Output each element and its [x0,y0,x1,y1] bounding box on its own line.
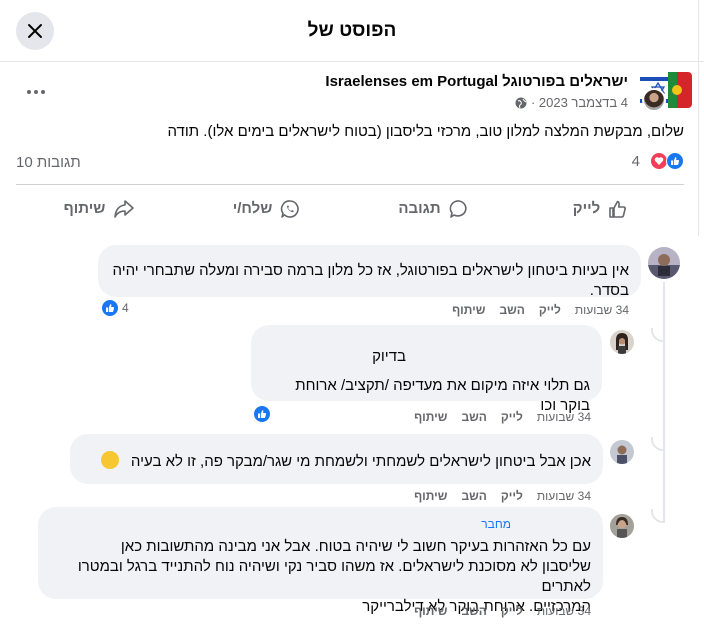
commenter-avatar[interactable] [610,330,634,354]
comment-reply-button[interactable]: השב [461,604,486,618]
comment-bubble: אין בעיות ביטחון לישראלים בפורטוגל, אז כ… [98,245,641,299]
like-reaction-icon [101,299,119,317]
modal-header: הפוסט של [0,0,704,62]
reactions-summary: 10 תגובות 4 [16,152,684,176]
smile-emoji-icon: 😊 [100,451,119,469]
send-label: שלח/י [232,200,273,217]
whatsapp-icon [281,199,300,218]
comment-actions: 34 שבועות לייק השב שיתוף [414,489,591,503]
comment-like-button[interactable]: לייק [501,410,523,424]
comment-bubble: בדיוק גם תלוי איזה מיקום את מעדיפה /תקצי… [251,325,602,414]
thread-connector [651,328,665,342]
comment-text-line: עם כל האזהרות בעיקר חשוב לי שיהיה בטוח. … [120,538,591,555]
comment-bubble: מחבר עם כל האזהרות בעיקר חשוב לי שיהיה ב… [38,507,603,615]
commenter-avatar[interactable] [610,514,634,538]
comment-reply-button[interactable]: השב [499,303,524,317]
commenter-avatar[interactable] [610,440,634,464]
like-label: לייק [572,200,601,217]
author-badge: מחבר [481,517,511,531]
comment-reaction-count: 4 [122,301,129,315]
share-arrow-icon [114,199,135,218]
post-meta-text: ישראלים בפורטוגל Israelenses em Portugal… [325,72,628,110]
comment-reply-button[interactable]: השב [461,410,486,424]
portugal-flag-icon [668,72,692,108]
comments-count-link[interactable]: 10 תגובות [16,154,81,171]
post-text: שלום, מבקשת המלצה למלון טוב, מרכזי בליסב… [167,123,684,140]
thread-line [663,282,665,522]
comment-label: תגובה [398,200,441,217]
like-button[interactable]: לייק [517,185,684,228]
comment-text-line: בדיוק [372,348,406,365]
comment-reply-button[interactable]: השב [461,489,486,503]
comment-button[interactable]: תגובה [350,185,517,228]
group-name-link[interactable]: ישראלים בפורטוגל Israelenses em Portugal [325,72,628,92]
thread-connector [651,437,665,451]
comment-like-button[interactable]: לייק [501,489,523,503]
comment-actions: 34 שבועות לייק השב שיתוף [452,303,629,317]
more-horizontal-icon [27,90,45,94]
comment-share-button[interactable]: שיתוף [452,303,485,317]
like-reaction-icon [253,405,271,423]
comment-like-button[interactable]: לייק [539,303,561,317]
comment-time[interactable]: 34 שבועות [537,604,591,618]
comment-actions: 34 שבועות לייק השב שיתוף [414,604,591,618]
comment-time[interactable]: 34 שבועות [575,303,629,317]
post-actions: לייק תגובה שלח/י שיתוף [16,184,684,228]
comment-text: אכן אבל ביטחון לישראלים לשמחתי ולשמחת מי… [130,453,591,470]
comment-share-button[interactable]: שיתוף [414,410,447,424]
comment-share-button[interactable]: שיתוף [414,604,447,618]
post-date-text: 4 בדצמבר 2023 · [530,95,628,110]
comment-share-button[interactable]: שיתוף [414,489,447,503]
comment-time[interactable]: 34 שבועות [537,489,591,503]
modal-title: הפוסט של [307,20,397,41]
post-modal: הפוסט של ישראלים בפורטוגל Israelenses em… [0,0,704,236]
comment-like-button[interactable]: לייק [501,604,523,618]
reactions-link[interactable]: 4 [632,152,684,170]
more-options-button[interactable] [24,80,48,104]
share-button[interactable]: שיתוף [16,185,183,228]
comment-reactions[interactable]: 4 [101,299,129,317]
globe-icon [515,97,527,108]
post-header: ישראלים בפורטוגל Israelenses em Portugal… [325,72,692,116]
comment-text-line: שליסבון לא מסוכנת לישראלים. אז משהו סביר… [77,558,591,595]
commenter-avatar[interactable] [648,247,680,279]
group-avatar[interactable] [640,72,692,116]
comment-actions: 34 שבועות לייק השב שיתוף [414,410,591,424]
send-button[interactable]: שלח/י [183,185,350,228]
poster-avatar[interactable] [642,88,666,112]
share-label: שיתוף [63,200,106,217]
scrollbar-track [698,0,699,236]
comment-text: אין בעיות ביטחון לישראלים בפורטוגל, אז כ… [112,262,629,299]
comment-time[interactable]: 34 שבועות [537,410,591,424]
comment-reactions[interactable] [253,405,271,423]
post-date[interactable]: 4 בדצמבר 2023 · [325,95,628,110]
comment-bubble: אכן אבל ביטחון לישראלים לשמחתי ולשמחת מי… [70,434,603,484]
reaction-count: 4 [631,152,640,170]
like-reaction-icon [666,152,684,170]
speech-bubble-icon [449,199,467,218]
thread-connector [651,509,665,523]
thumbs-up-icon [609,200,627,218]
